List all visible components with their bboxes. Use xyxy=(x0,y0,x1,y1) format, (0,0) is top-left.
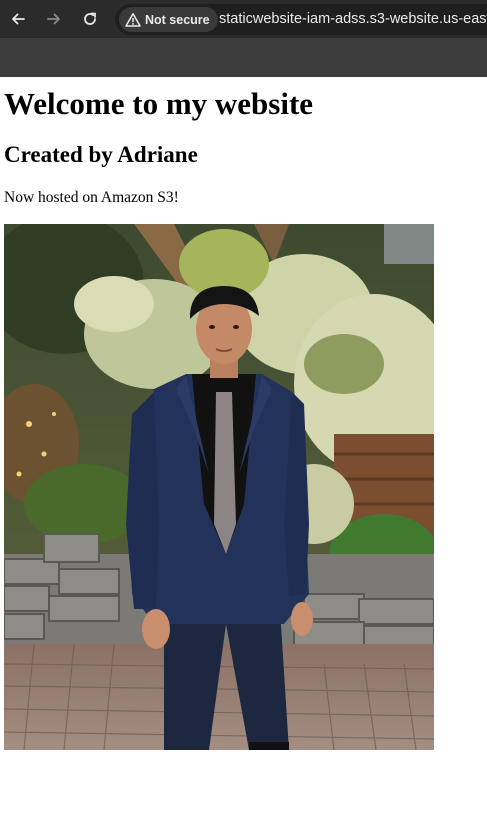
warning-triangle-icon xyxy=(125,12,141,27)
page-content: Welcome to my website Created by Adriane… xyxy=(0,77,487,815)
reload-button[interactable] xyxy=(80,9,100,29)
reload-icon xyxy=(84,12,96,25)
security-label: Not secure xyxy=(145,12,210,27)
page-title: Welcome to my website xyxy=(4,86,314,121)
page-subtitle: Created by Adriane xyxy=(4,142,198,167)
back-button[interactable] xyxy=(8,9,28,29)
forward-button[interactable] xyxy=(44,9,64,29)
portrait-photo xyxy=(4,224,434,750)
bookmarks-bar xyxy=(0,38,487,77)
url-text[interactable]: staticwebsite-iam-adss.s3-website.us-eas… xyxy=(219,11,487,27)
browser-chrome: Not secure staticwebsite-iam-adss.s3-web… xyxy=(0,0,487,77)
security-chip[interactable]: Not secure xyxy=(119,7,218,32)
back-arrow-icon xyxy=(12,13,25,25)
forward-arrow-icon xyxy=(47,13,60,25)
address-bar[interactable]: Not secure staticwebsite-iam-adss.s3-web… xyxy=(115,4,487,35)
browser-toolbar: Not secure staticwebsite-iam-adss.s3-web… xyxy=(0,0,487,38)
hosting-note: Now hosted on Amazon S3! xyxy=(4,189,179,206)
